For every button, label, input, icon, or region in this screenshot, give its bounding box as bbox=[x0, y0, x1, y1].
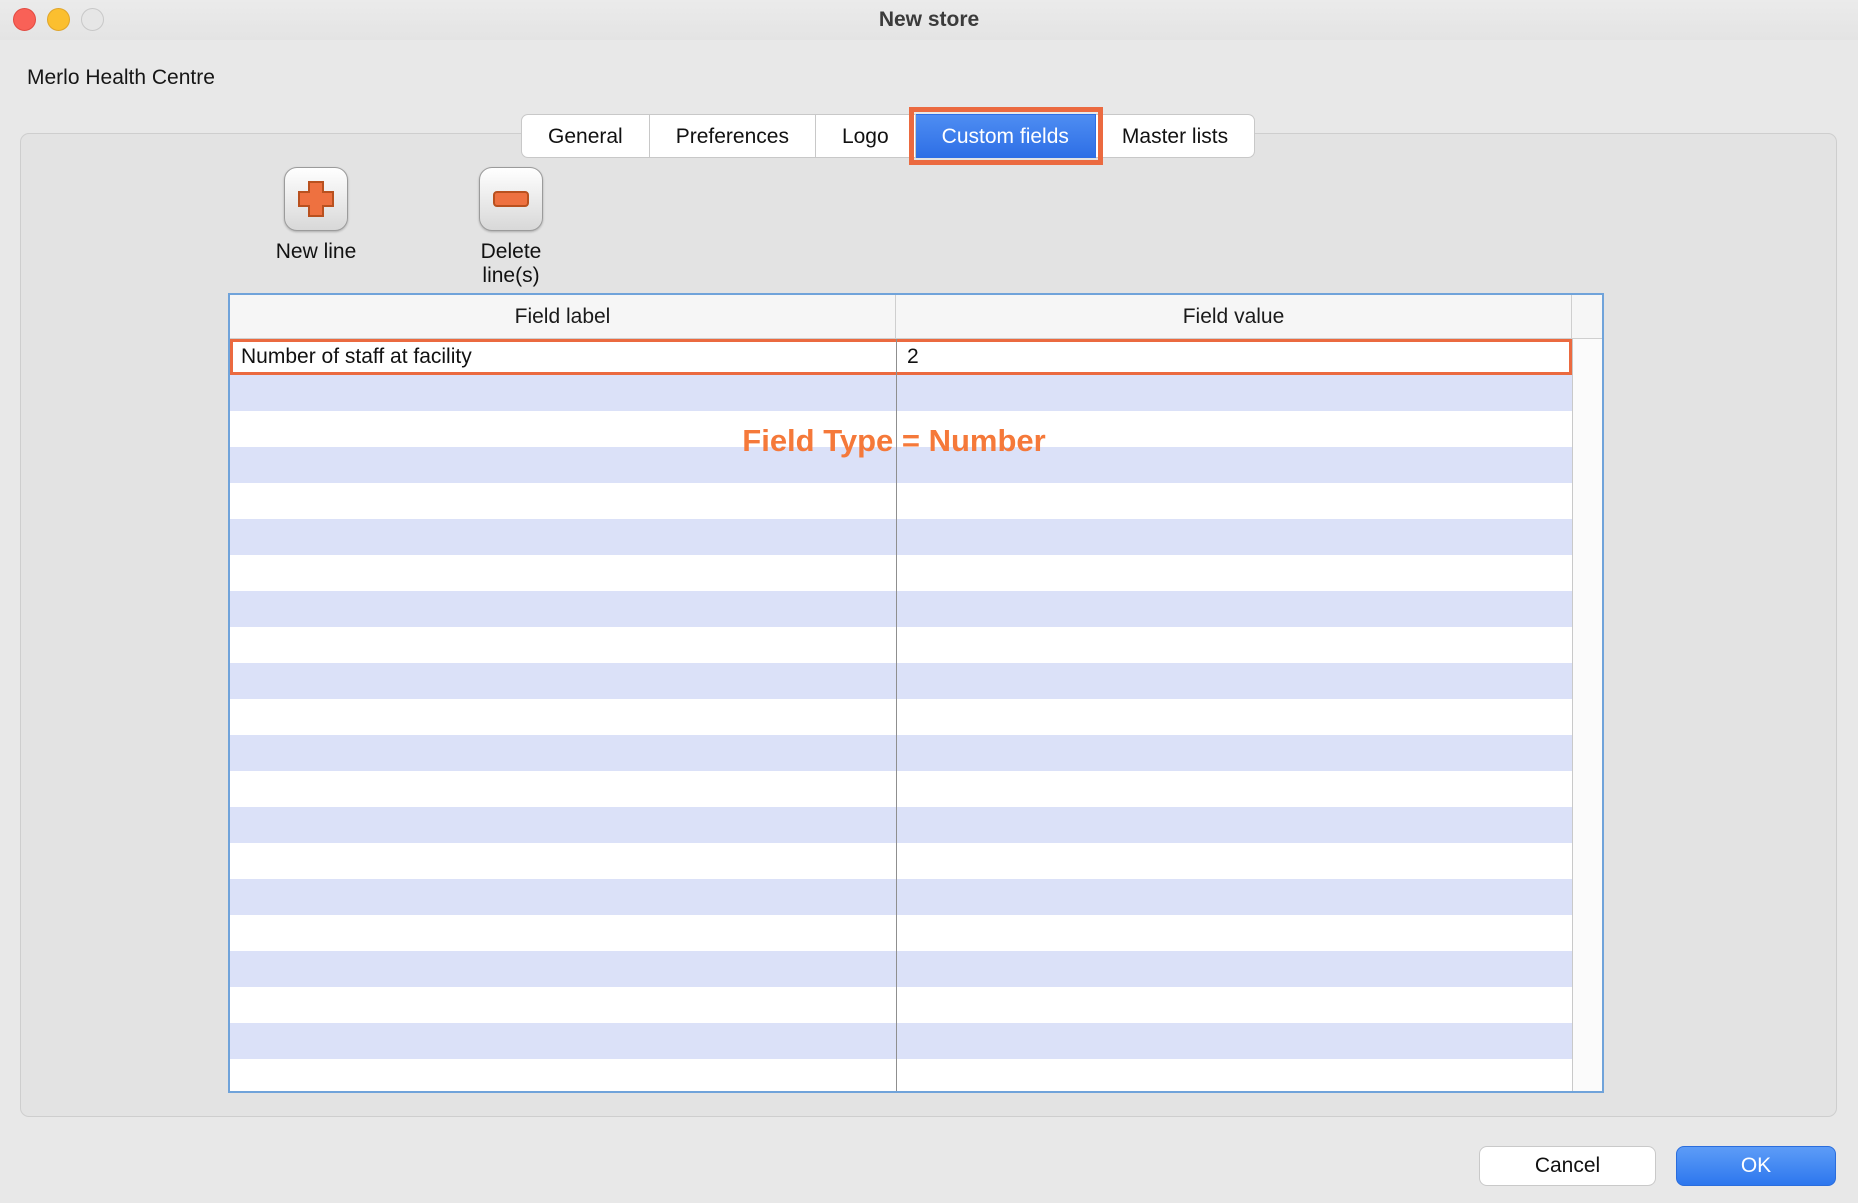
minus-icon bbox=[479, 167, 543, 231]
minimize-button[interactable] bbox=[47, 8, 70, 31]
new-line-label: New line bbox=[271, 240, 361, 264]
table-row-empty[interactable] bbox=[230, 627, 1572, 663]
column-header-field-value[interactable]: Field value bbox=[896, 295, 1572, 338]
column-divider bbox=[896, 339, 897, 1091]
table-row-empty[interactable] bbox=[230, 879, 1572, 915]
column-header-scroll-spacer bbox=[1572, 295, 1602, 338]
field-value-cell[interactable]: 2 bbox=[897, 342, 1569, 372]
table-row-empty[interactable] bbox=[230, 771, 1572, 807]
table-body: Number of staff at facility2 bbox=[230, 339, 1572, 1091]
content-panel: New line Delete line(s) Field label Fiel… bbox=[20, 133, 1837, 1117]
ok-button[interactable]: OK bbox=[1676, 1146, 1836, 1186]
tab-custom-fields[interactable]: Custom fields bbox=[916, 114, 1096, 158]
custom-fields-table: Field label Field value Number of staff … bbox=[228, 293, 1604, 1093]
column-header-field-label[interactable]: Field label bbox=[230, 295, 896, 338]
title-bar: New store bbox=[0, 0, 1858, 40]
table-row-empty[interactable] bbox=[230, 519, 1572, 555]
table-row-empty[interactable] bbox=[230, 411, 1572, 447]
new-line-button[interactable]: New line bbox=[271, 167, 361, 264]
table-row-empty[interactable] bbox=[230, 447, 1572, 483]
tab-preferences[interactable]: Preferences bbox=[650, 114, 816, 158]
table-row-empty[interactable] bbox=[230, 591, 1572, 627]
table-row-empty[interactable] bbox=[230, 663, 1572, 699]
traffic-lights bbox=[13, 8, 104, 31]
tab-bar: GeneralPreferencesLogoCustom fieldsMaste… bbox=[521, 114, 1255, 158]
table-row-empty[interactable] bbox=[230, 1023, 1572, 1059]
window-title: New store bbox=[0, 0, 1858, 40]
plus-icon bbox=[284, 167, 348, 231]
table-header: Field label Field value bbox=[230, 295, 1602, 339]
table-row-empty[interactable] bbox=[230, 807, 1572, 843]
tab-master-lists[interactable]: Master lists bbox=[1096, 114, 1255, 158]
zoom-button[interactable] bbox=[81, 8, 104, 31]
table-row-empty[interactable] bbox=[230, 735, 1572, 771]
table-row-empty[interactable] bbox=[230, 987, 1572, 1023]
vertical-scrollbar-track[interactable] bbox=[1572, 339, 1602, 1091]
table-row-empty[interactable] bbox=[230, 375, 1572, 411]
store-name: Merlo Health Centre bbox=[27, 66, 215, 90]
table-row-empty[interactable] bbox=[230, 483, 1572, 519]
tab-general[interactable]: General bbox=[521, 114, 650, 158]
table-row-empty[interactable] bbox=[230, 843, 1572, 879]
cancel-button[interactable]: Cancel bbox=[1479, 1146, 1656, 1186]
table-row-empty[interactable] bbox=[230, 699, 1572, 735]
field-label-cell[interactable]: Number of staff at facility bbox=[233, 342, 897, 372]
close-button[interactable] bbox=[13, 8, 36, 31]
delete-line-label: Delete line(s) bbox=[451, 240, 571, 288]
table-row[interactable]: Number of staff at facility2 bbox=[230, 339, 1572, 375]
table-row-empty[interactable] bbox=[230, 1059, 1572, 1091]
delete-line-button[interactable]: Delete line(s) bbox=[451, 167, 571, 288]
tab-logo[interactable]: Logo bbox=[816, 114, 916, 158]
table-row-empty[interactable] bbox=[230, 915, 1572, 951]
table-row-empty[interactable] bbox=[230, 555, 1572, 591]
table-row-empty[interactable] bbox=[230, 951, 1572, 987]
